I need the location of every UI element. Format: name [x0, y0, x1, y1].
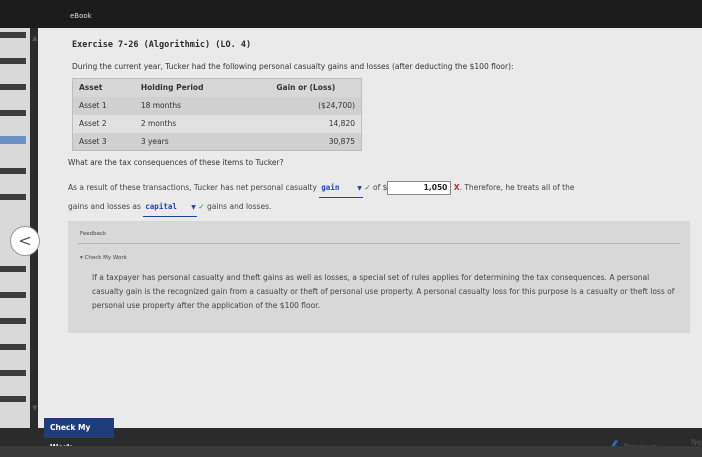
exercise-panel: Exercise 7-26 (Algorithmic) (LO. 4) Duri…: [38, 28, 702, 457]
nav-item[interactable]: [0, 84, 26, 90]
column-header: Holding Period: [134, 78, 251, 97]
column-header: Asset: [72, 78, 135, 97]
scroll-down-arrow-icon[interactable]: ▼: [32, 404, 37, 412]
nav-item[interactable]: [0, 58, 26, 64]
check-my-work-button[interactable]: Check My Work: [44, 418, 114, 452]
check-my-work-label: Check My Work: [84, 255, 127, 261]
table-cell: ($24,700): [250, 96, 362, 115]
feedback-panel: Feedback ▾ Check My Work If a taxpayer h…: [68, 221, 690, 333]
nav-item[interactable]: [0, 32, 26, 38]
of-label: of $: [373, 183, 388, 192]
dropdown-caret-icon[interactable]: ▼: [357, 185, 362, 192]
feedback-label: Feedback: [80, 231, 107, 237]
answer-text: gains and losses.: [206, 202, 272, 211]
table-header-row: Asset Holding Period Gain or (Loss): [72, 78, 362, 97]
amount-input[interactable]: 1,050: [387, 181, 452, 195]
table-cell: 18 months: [134, 96, 251, 115]
bottom-bar: [0, 446, 702, 457]
table-cell: Asset 3: [72, 132, 135, 151]
nav-item-current[interactable]: [0, 136, 26, 144]
answer-text: gains and losses as: [68, 202, 141, 211]
back-arrow-icon[interactable]: <: [10, 226, 40, 256]
casualty-table: Asset Holding Period Gain or (Loss) Asse…: [72, 78, 362, 151]
answer-text: . Therefore, he treats all of the: [459, 183, 575, 192]
nav-item[interactable]: [0, 292, 26, 298]
nav-item[interactable]: [0, 344, 26, 350]
nav-item[interactable]: [0, 318, 26, 324]
ebook-label[interactable]: eBook: [70, 12, 92, 20]
question-text: What are the tax consequences of these i…: [68, 158, 284, 167]
nav-item[interactable]: [0, 168, 26, 174]
column-header: Gain or (Loss): [250, 78, 362, 97]
top-bar: eBook: [0, 0, 702, 28]
scroll-up-arrow-icon[interactable]: ▲: [32, 34, 37, 42]
table-row: Asset 3 3 years 30,875: [72, 132, 362, 151]
table-cell: Asset 1: [72, 96, 135, 115]
feedback-text: If a taxpayer has personal casualty and …: [92, 273, 675, 310]
table-row: Asset 2 2 months 14,820: [72, 114, 362, 133]
nav-item[interactable]: [0, 370, 26, 376]
nav-item[interactable]: [0, 396, 26, 402]
divider: [78, 243, 680, 244]
nav-item[interactable]: [0, 194, 26, 200]
table-cell: 14,820: [250, 114, 362, 133]
check-my-work-toggle[interactable]: ▾ Check My Work: [80, 255, 127, 261]
table-cell: Asset 2: [72, 114, 135, 133]
character-select[interactable]: capital: [143, 198, 198, 217]
exercise-intro: During the current year, Tucker had the …: [72, 62, 514, 71]
exercise-title: Exercise 7-26 (Algorithmic) (LO. 4): [72, 40, 252, 50]
answer-sentence: As a result of these transactions, Tucke…: [68, 179, 688, 217]
table-cell: 30,875: [250, 132, 362, 151]
answer-text: As a result of these transactions, Tucke…: [68, 183, 317, 192]
dropdown-caret-icon[interactable]: ▼: [191, 204, 196, 211]
check-icon: ✓: [364, 183, 371, 192]
nav-item[interactable]: [0, 266, 26, 272]
table-cell: 3 years: [134, 132, 251, 151]
nav-item[interactable]: [0, 110, 26, 116]
table-cell: 2 months: [134, 114, 251, 133]
table-row: Asset 1 18 months ($24,700): [72, 96, 362, 115]
check-icon: ✓: [198, 202, 205, 211]
